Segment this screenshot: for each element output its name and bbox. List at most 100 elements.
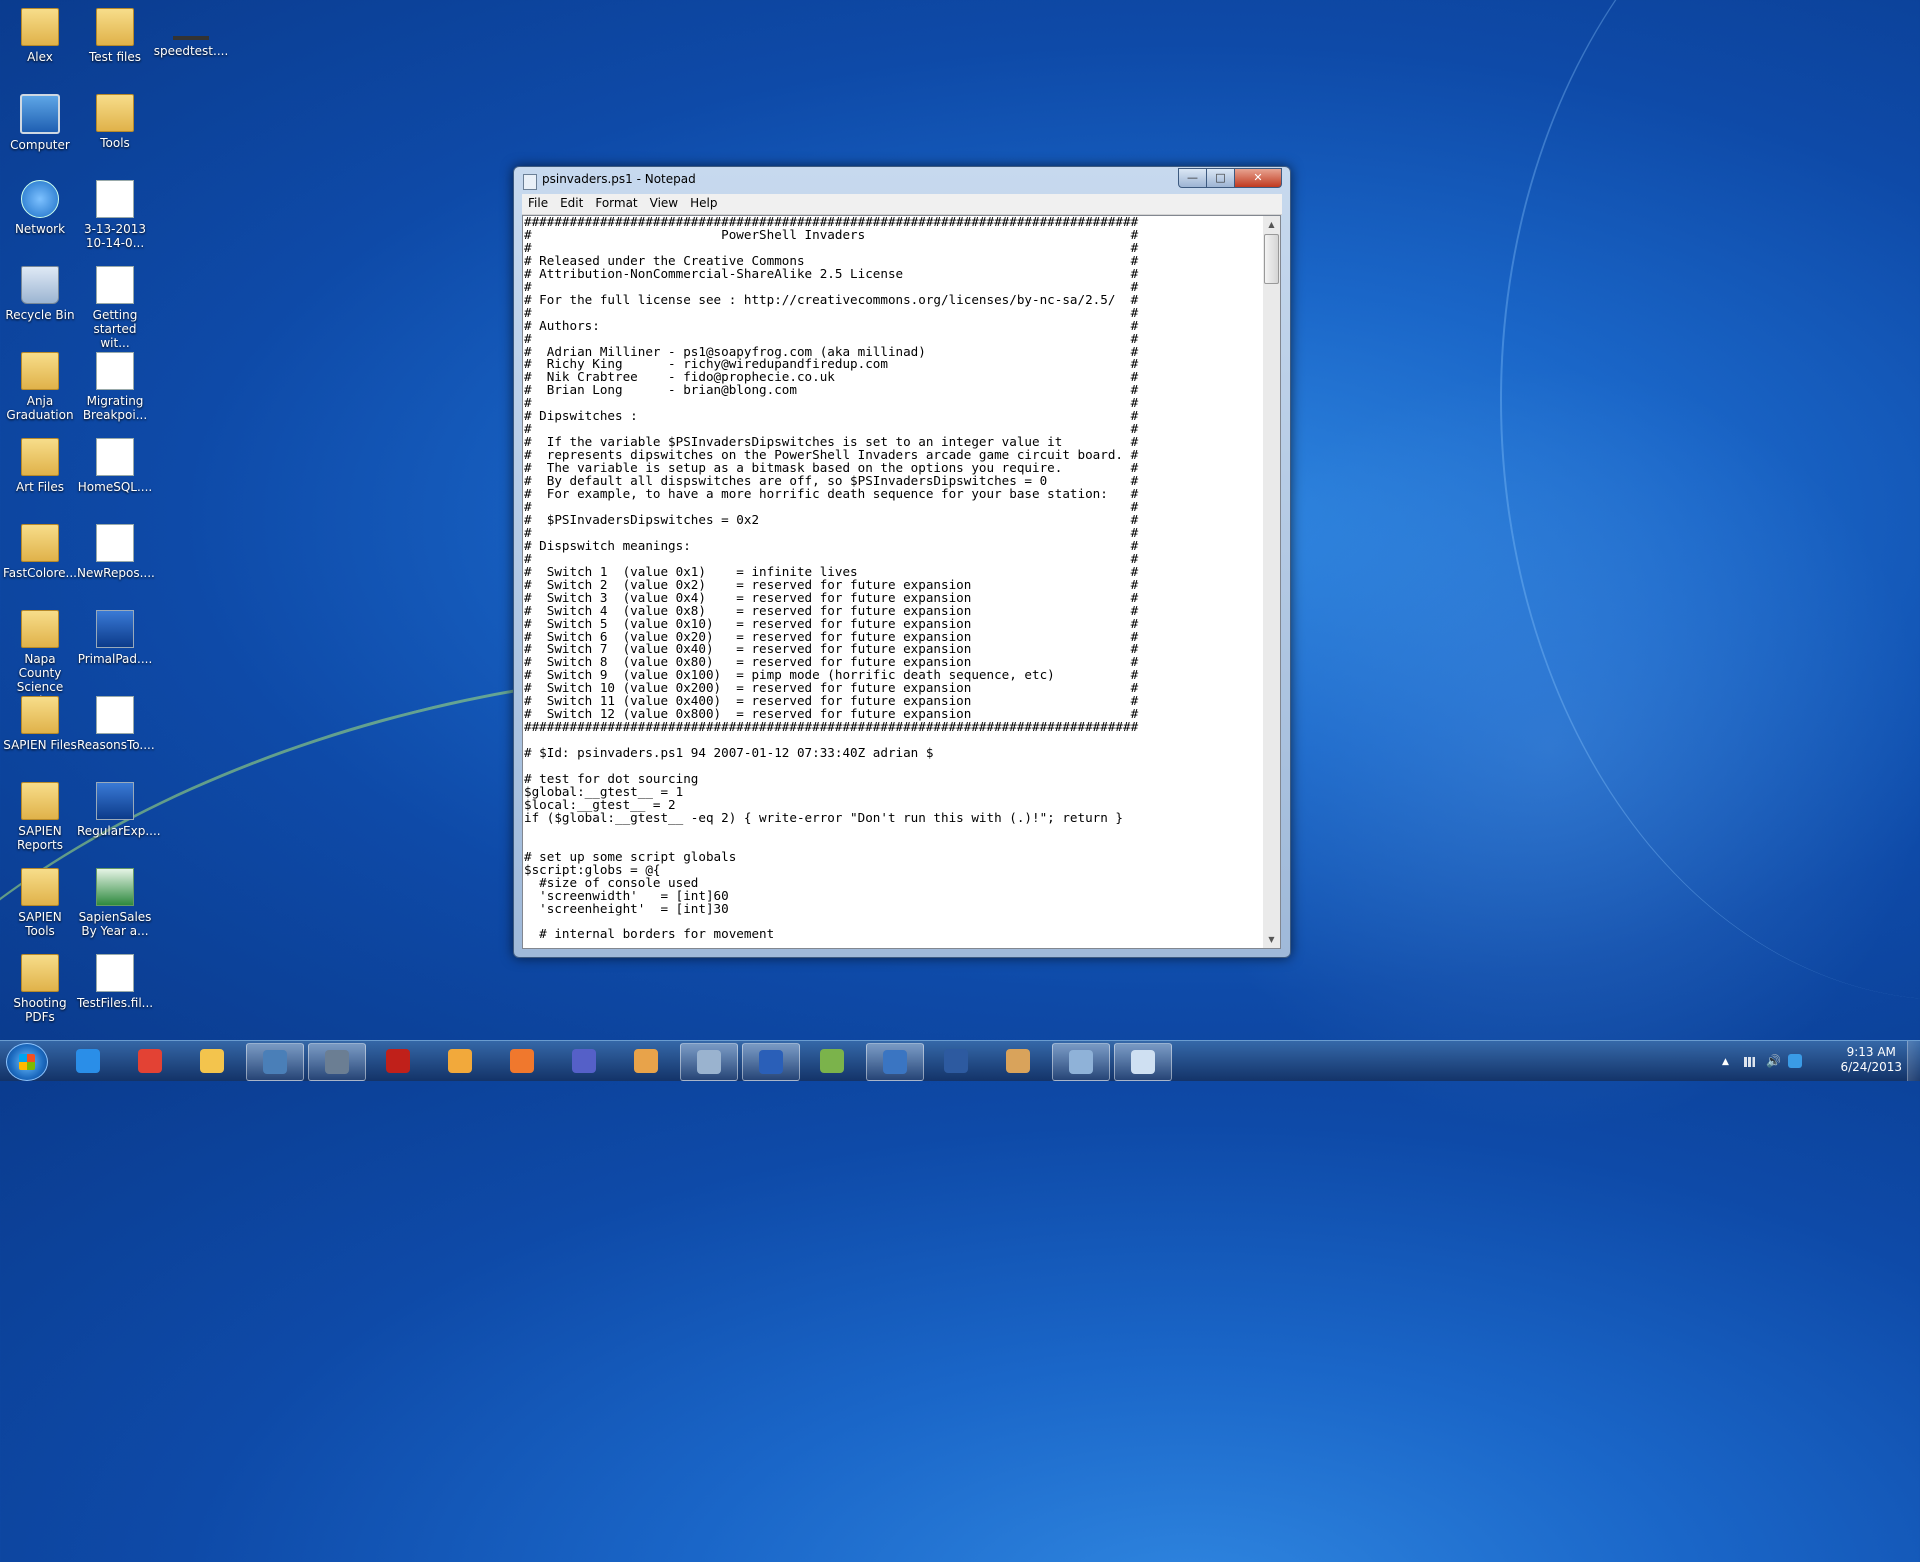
network-signal-icon[interactable] <box>1744 1057 1758 1067</box>
scroll-down-icon[interactable]: ▼ <box>1263 931 1280 948</box>
desktop-icon[interactable]: PrimalPad.... <box>77 610 153 666</box>
desktop-icon-label: Computer <box>10 138 70 152</box>
desktop-icon-label: SAPIEN Files <box>3 738 77 752</box>
scroll-up-icon[interactable]: ▲ <box>1263 216 1280 233</box>
taskbar-button[interactable] <box>742 1043 800 1081</box>
maximize-button[interactable]: □ <box>1206 168 1235 188</box>
desktop-icon[interactable]: SAPIEN Reports <box>2 782 78 852</box>
desktop-icon[interactable]: Art Files <box>2 438 78 494</box>
start-button[interactable] <box>6 1043 48 1081</box>
desktop-icon[interactable]: Anja Graduation <box>2 352 78 422</box>
desktop-icon-label: SAPIEN Tools <box>18 910 62 938</box>
internet-explorer-icon <box>76 1049 100 1073</box>
menu-view[interactable]: View <box>644 194 684 210</box>
vertical-scrollbar[interactable]: ▲ ▼ <box>1263 215 1281 949</box>
show-hidden-icons-icon[interactable]: ▲ <box>1722 1054 1736 1068</box>
notepad-window[interactable]: psinvaders.ps1 - Notepad — □ ✕ File Edit F… <box>513 166 1291 958</box>
document-icon <box>96 438 134 476</box>
menu-edit[interactable]: Edit <box>554 194 589 210</box>
desktop-icon-label: FastColore... <box>2 566 77 580</box>
taskbar-button[interactable] <box>1114 1043 1172 1081</box>
dropbox-icon[interactable] <box>1788 1054 1802 1068</box>
pen-icon <box>697 1050 721 1074</box>
desktop-icon[interactable]: FastColore... <box>2 524 78 580</box>
thunderbird-icon <box>263 1050 287 1074</box>
desktop-icon[interactable]: Alex <box>2 8 78 64</box>
folder-icon <box>96 8 134 46</box>
taskbar-button[interactable] <box>494 1043 550 1079</box>
folder-icon <box>21 954 59 992</box>
menu-format[interactable]: Format <box>589 194 643 210</box>
menu-bar: File Edit Format View Help <box>522 194 1282 215</box>
desktop-icon[interactable]: 3-13-2013 10-14-0... <box>77 180 153 250</box>
folder-icon <box>21 438 59 476</box>
app-icon <box>96 782 134 820</box>
firefox-icon <box>510 1049 534 1073</box>
menu-help[interactable]: Help <box>684 194 723 210</box>
desktop-icon[interactable]: Getting started wit... <box>77 266 153 350</box>
desktop-icon[interactable]: NewRepos.... <box>77 524 155 580</box>
system-tray: ▲ 🔊 9:13 AM 6/24/2013 <box>1700 1041 1920 1081</box>
show-desktop-button[interactable] <box>1907 1041 1920 1081</box>
desktop-icon[interactable]: SapienSales By Year a... <box>77 868 153 938</box>
taskbar-button[interactable] <box>618 1043 674 1079</box>
taskbar-button[interactable] <box>804 1043 860 1079</box>
desktop-icon-label: 3-13-2013 10-14-0... <box>83 222 147 250</box>
taskbar-button[interactable] <box>184 1043 240 1079</box>
desktop-icon[interactable]: Test files <box>77 8 153 64</box>
minimize-button[interactable]: — <box>1178 168 1207 188</box>
taskbar-button[interactable] <box>122 1043 178 1079</box>
text-editor[interactable]: ########################################… <box>522 215 1264 949</box>
title-bar[interactable]: psinvaders.ps1 - Notepad — □ ✕ <box>514 167 1290 193</box>
taskbar-button[interactable] <box>556 1043 612 1079</box>
desktop-icon-label: speedtest.... <box>153 44 229 58</box>
file-content[interactable]: ########################################… <box>523 216 1263 941</box>
desktop-icon[interactable]: SAPIEN Tools <box>2 868 78 938</box>
desktop-icon[interactable]: speedtest.... <box>153 8 229 58</box>
menu-file[interactable]: File <box>522 194 554 210</box>
network-tool-icon <box>1069 1050 1093 1074</box>
window-title: psinvaders.ps1 - Notepad <box>542 172 696 186</box>
taskbar-button[interactable] <box>370 1043 426 1079</box>
excel-icon <box>96 868 134 906</box>
desktop-icon-label: NewRepos.... <box>77 566 155 580</box>
close-button[interactable]: ✕ <box>1234 168 1282 188</box>
desktop-icon[interactable]: Migrating Breakpoi... <box>77 352 153 422</box>
folder-app-icon <box>448 1049 472 1073</box>
taskbar-button[interactable] <box>680 1043 738 1081</box>
desktop-icon[interactable]: Network <box>2 180 78 236</box>
desktop-icon-label: Migrating Breakpoi... <box>82 394 148 422</box>
desktop-icon-label: TestFiles.fil... <box>77 996 154 1010</box>
chrome-icon <box>138 1049 162 1073</box>
paint-icon <box>634 1049 658 1073</box>
taskbar-button[interactable] <box>928 1043 984 1079</box>
image-icon <box>96 180 134 218</box>
desktop-icon[interactable]: ReasonsTo.... <box>77 696 155 752</box>
desktop-icon[interactable]: Computer <box>2 94 78 152</box>
clock[interactable]: 9:13 AM 6/24/2013 <box>1840 1045 1902 1075</box>
clock-time: 9:13 AM <box>1846 1045 1896 1059</box>
desktop-icon[interactable]: Tools <box>77 94 153 150</box>
desktop-icon[interactable]: HomeSQL.... <box>77 438 153 494</box>
taskbar-button[interactable] <box>60 1043 116 1079</box>
taskbar-button[interactable] <box>1052 1043 1110 1081</box>
desktop-icon[interactable]: Napa County Science Fai... <box>2 610 78 708</box>
taskbar-button[interactable] <box>308 1043 366 1081</box>
desktop-icon-label: Network <box>14 222 66 236</box>
taskbar-button[interactable] <box>866 1043 924 1081</box>
taskbar-button[interactable] <box>432 1043 488 1079</box>
scroll-thumb[interactable] <box>1264 234 1279 284</box>
desktop-icon[interactable]: Recycle Bin <box>2 266 78 322</box>
volume-icon[interactable]: 🔊 <box>1766 1054 1781 1068</box>
desktop-icon[interactable]: Shooting PDFs <box>2 954 78 1024</box>
desktop-icon[interactable]: RegularExp.... <box>77 782 161 838</box>
network-icon <box>21 180 59 218</box>
notepad-icon <box>523 174 537 190</box>
desktop-icon-label: PrimalPad.... <box>77 652 153 666</box>
desktop-icon[interactable]: TestFiles.fil... <box>77 954 153 1010</box>
taskbar-button[interactable] <box>990 1043 1046 1079</box>
recycle-bin-icon <box>21 266 59 304</box>
desktop-icon[interactable]: SAPIEN Files <box>2 696 78 752</box>
desktop-icon-label: SapienSales By Year a... <box>78 910 152 938</box>
taskbar-button[interactable] <box>246 1043 304 1081</box>
